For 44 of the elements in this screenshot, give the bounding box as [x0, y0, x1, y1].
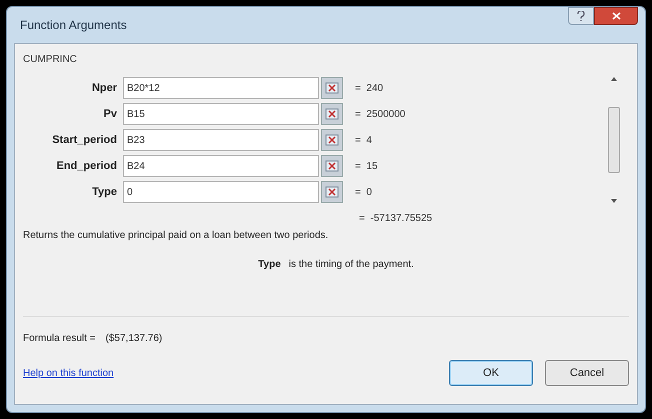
formula-result-label: Formula result = [23, 332, 96, 346]
argument-field[interactable]: B15 [123, 103, 319, 125]
argument-field[interactable]: B20*12 [123, 77, 319, 99]
function-description: Returns the cumulative principal paid on a loan between two periods. [23, 229, 330, 243]
formula-result-value: ($57,137.76) [106, 332, 162, 346]
window-title: Function Arguments [20, 17, 127, 34]
question-icon [577, 11, 585, 21]
collapse-dialog-button[interactable] [321, 155, 343, 177]
argument-help-text: is the timing of the payment. [288, 258, 414, 272]
range-select-icon [325, 160, 339, 172]
argument-label: Start_period [51, 132, 118, 148]
close-icon [612, 12, 620, 20]
argument-result: = 240 [355, 82, 384, 96]
range-select-icon [325, 108, 339, 120]
argument-field[interactable]: 0 [123, 181, 319, 203]
argument-result: = 2500000 [355, 108, 406, 122]
scroll-down-icon [611, 199, 617, 203]
collapse-dialog-button[interactable] [321, 77, 343, 99]
function-name: CUMPRINC [23, 53, 78, 67]
range-select-icon [325, 82, 339, 94]
help-button[interactable] [568, 7, 594, 25]
dialog-button[interactable]: OK [449, 360, 533, 386]
argument-field[interactable]: B23 [123, 129, 319, 151]
scroll-up-icon [611, 77, 617, 81]
argument-label: End_period [55, 158, 118, 174]
collapse-dialog-button[interactable] [321, 129, 343, 151]
collapse-dialog-button[interactable] [321, 103, 343, 125]
scrollbar[interactable] [607, 77, 621, 203]
argument-result: = 15 [355, 160, 378, 174]
scroll-thumb[interactable] [608, 107, 620, 173]
argument-label: Type [91, 184, 118, 200]
argument-help-name: Type [258, 258, 281, 272]
argument-field[interactable]: B24 [123, 155, 319, 177]
overall-result: = -57137.75525 [359, 212, 434, 226]
collapse-dialog-button[interactable] [321, 181, 343, 203]
dialog-button[interactable]: Cancel [545, 360, 629, 386]
argument-label: Nper [90, 80, 118, 96]
range-select-icon [325, 186, 339, 198]
argument-result: = 4 [355, 134, 372, 148]
close-button[interactable] [594, 7, 638, 25]
argument-result: = 0 [355, 186, 372, 200]
help-link[interactable]: Help on this function [23, 366, 114, 380]
range-select-icon [325, 134, 339, 146]
argument-label: Pv [102, 106, 118, 122]
